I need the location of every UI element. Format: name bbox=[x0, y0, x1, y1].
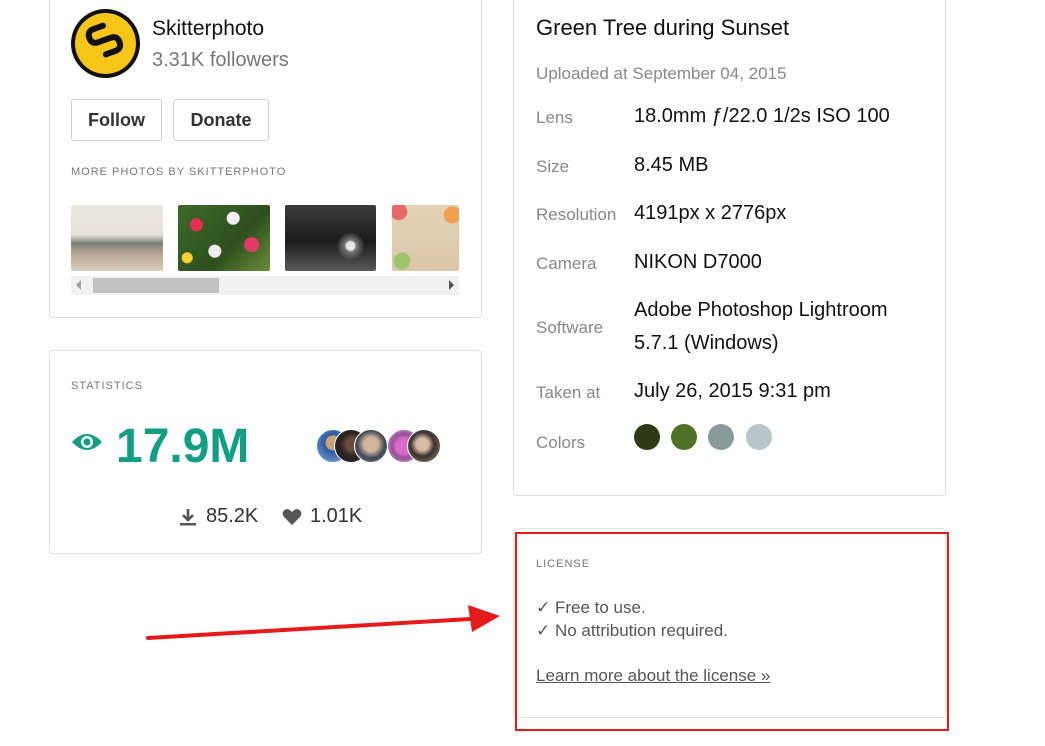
author-avatar[interactable] bbox=[71, 9, 140, 78]
skitterphoto-logo-icon bbox=[85, 22, 124, 58]
upload-date: Uploaded at September 04, 2015 bbox=[536, 64, 787, 83]
annotation-arrow-icon bbox=[146, 605, 500, 640]
photo-thumbnail-living-room[interactable] bbox=[71, 205, 163, 271]
heart-icon bbox=[282, 508, 302, 525]
taken-at-label: Taken at bbox=[536, 383, 601, 402]
likes-stat: 1.01K bbox=[282, 505, 362, 528]
resolution-label: Resolution bbox=[536, 205, 617, 224]
license-highlight-box bbox=[515, 532, 949, 731]
downloads-count: 85.2K bbox=[206, 505, 259, 527]
camera-value: NIKON D7000 bbox=[634, 251, 762, 273]
color-swatch[interactable] bbox=[671, 424, 697, 450]
photo-thumbnail-floral-frame[interactable] bbox=[392, 205, 459, 271]
download-icon bbox=[180, 508, 196, 525]
thumbnails-scrollbar[interactable] bbox=[71, 276, 459, 295]
scroll-left-arrow-icon[interactable] bbox=[76, 280, 81, 290]
photo-details-card: Green Tree during Sunset Uploaded at Sep… bbox=[513, 0, 946, 496]
author-name[interactable]: Skitterphoto bbox=[152, 17, 264, 41]
downloads-stat: 85.2K bbox=[178, 505, 258, 528]
scrollbar-thumb[interactable] bbox=[93, 278, 219, 293]
liker-avatar[interactable] bbox=[407, 429, 441, 463]
scroll-right-arrow-icon[interactable] bbox=[449, 280, 454, 290]
statistics-label: STATISTICS bbox=[71, 380, 143, 392]
photo-title: Green Tree during Sunset bbox=[536, 15, 790, 40]
software-value: Adobe Photoshop Lightroom 5.7.1 (Windows… bbox=[634, 299, 888, 354]
author-card: Skitterphoto 3.31K followers Follow Dona… bbox=[49, 0, 482, 318]
taken-at-value: July 26, 2015 9:31 pm bbox=[634, 380, 831, 402]
statistics-card: STATISTICS 17.9M 85.2K 1.01K bbox=[49, 350, 482, 554]
photo-thumbnail-flowers[interactable] bbox=[178, 205, 270, 271]
photo-thumbnail-lantern[interactable] bbox=[285, 205, 376, 271]
resolution-value: 4191px x 2776px bbox=[634, 202, 787, 224]
size-value: 8.45 MB bbox=[634, 154, 709, 176]
software-label: Software bbox=[536, 318, 604, 337]
likes-count: 1.01K bbox=[310, 505, 363, 527]
avatar-logo-inner bbox=[75, 13, 136, 74]
color-swatch[interactable] bbox=[634, 424, 660, 450]
eye-icon bbox=[72, 434, 102, 450]
more-photos-label: MORE PHOTOS BY SKITTERPHOTO bbox=[71, 166, 287, 178]
lens-label: Lens bbox=[536, 108, 573, 127]
size-label: Size bbox=[536, 157, 570, 176]
camera-label: Camera bbox=[536, 254, 597, 273]
donate-button[interactable]: Donate bbox=[173, 99, 269, 141]
colors-label: Colors bbox=[536, 433, 586, 452]
views-count: 17.9M bbox=[116, 420, 250, 473]
follow-button[interactable]: Follow bbox=[71, 99, 162, 141]
color-swatch[interactable] bbox=[708, 424, 734, 450]
author-followers: 3.31K followers bbox=[152, 49, 289, 71]
color-swatch[interactable] bbox=[746, 424, 772, 450]
liker-avatar[interactable] bbox=[354, 429, 388, 463]
lens-value: 18.0mm ƒ/22.0 1/2s ISO 100 bbox=[634, 105, 890, 127]
